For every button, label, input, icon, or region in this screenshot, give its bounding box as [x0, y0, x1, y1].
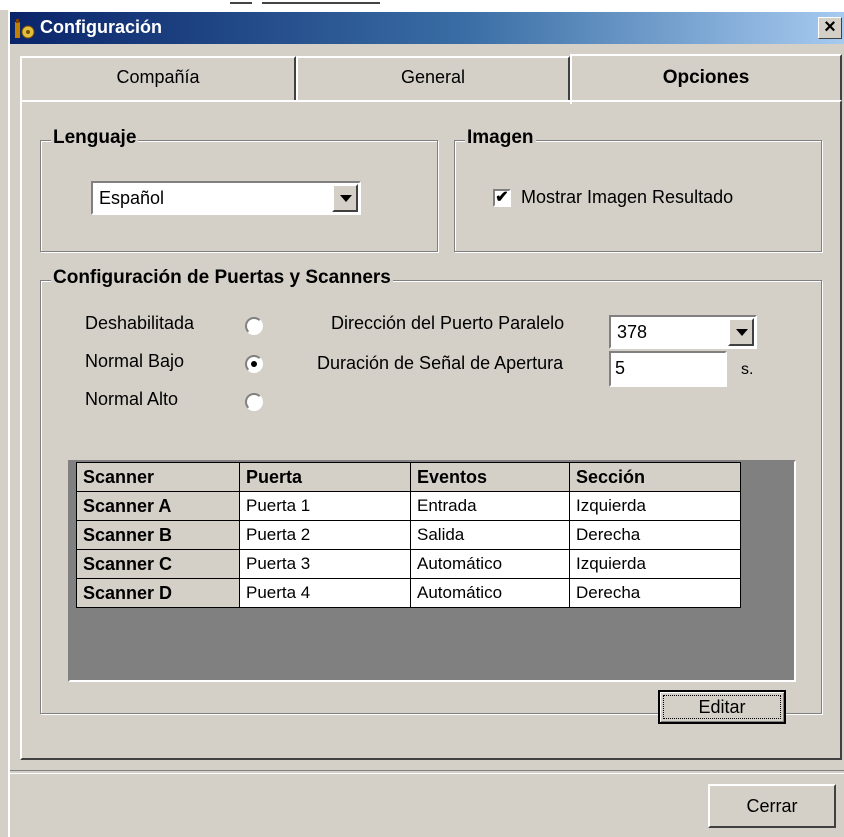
column-header-seccion[interactable]: Sección [569, 462, 741, 492]
chevron-down-icon[interactable] [332, 184, 358, 212]
doors-scanners-legend: Configuración de Puertas y Scanners [51, 267, 393, 289]
port-select[interactable]: 378 [609, 315, 757, 349]
language-value: Español [99, 188, 165, 208]
divider [10, 770, 844, 774]
tab-label: General [400, 67, 466, 87]
table-row[interactable]: Scanner B Puerta 2 Salida Derecha [76, 520, 741, 550]
table-cell[interactable]: Derecha [569, 578, 741, 608]
tab-label: Compañía [116, 67, 200, 87]
tab-compania[interactable]: Compañía [20, 56, 296, 100]
options-panel: Lenguaje Español Imagen ✔ Mostrar Imagen… [20, 100, 842, 760]
background-mark [230, 2, 252, 4]
scanner-table: Scanner Puerta Eventos Sección Scanner A… [76, 462, 741, 608]
signal-duration-label: Duración de Señal de Apertura [317, 353, 564, 373]
mode-radio-disabled[interactable] [245, 317, 263, 335]
mode-label-normal-low: Normal Bajo [85, 351, 185, 371]
mode-label-disabled: Deshabilitada [85, 313, 195, 333]
column-header-scanner[interactable]: Scanner [76, 462, 240, 492]
edit-button[interactable]: Editar [658, 690, 786, 724]
mode-radio-normal-low[interactable] [245, 355, 263, 373]
table-row[interactable]: Scanner D Puerta 4 Automático Derecha [76, 578, 741, 608]
title-bar[interactable]: Configuración × [10, 12, 844, 44]
table-cell[interactable]: Izquierda [569, 491, 741, 521]
table-cell[interactable]: Entrada [410, 491, 570, 521]
row-header[interactable]: Scanner B [76, 520, 240, 550]
mode-label-normal-high: Normal Alto [85, 389, 179, 409]
table-cell[interactable]: Automático [410, 549, 570, 579]
table-header-row: Scanner Puerta Eventos Sección [76, 462, 741, 492]
app-icon [15, 19, 35, 39]
table-cell[interactable]: Automático [410, 578, 570, 608]
table-cell[interactable]: Puerta 1 [239, 491, 411, 521]
image-legend: Imagen [465, 127, 536, 149]
language-legend: Lenguaje [51, 127, 139, 149]
scanner-grid: Scanner Puerta Eventos Sección Scanner A… [68, 460, 796, 682]
background-mark [262, 2, 380, 4]
table-cell[interactable]: Derecha [569, 520, 741, 550]
table-row[interactable]: Scanner A Puerta 1 Entrada Izquierda [76, 491, 741, 521]
tab-general[interactable]: General [296, 56, 570, 100]
image-group: Imagen ✔ Mostrar Imagen Resultado [454, 127, 822, 252]
column-header-puerta[interactable]: Puerta [239, 462, 411, 492]
configuration-dialog: Configuración × Compañía General Opcione… [8, 10, 844, 837]
tab-opciones[interactable]: Opciones [570, 54, 842, 104]
show-image-checkbox[interactable]: ✔ [493, 189, 511, 207]
signal-duration-input[interactable]: 5 [609, 351, 727, 387]
language-select[interactable]: Español [91, 181, 361, 215]
column-header-eventos[interactable]: Eventos [410, 462, 570, 492]
table-cell[interactable]: Puerta 3 [239, 549, 411, 579]
table-row[interactable]: Scanner C Puerta 3 Automático Izquierda [76, 549, 741, 579]
table-cell[interactable]: Puerta 4 [239, 578, 411, 608]
port-label: Dirección del Puerto Paralelo [331, 313, 565, 333]
show-image-label: Mostrar Imagen Resultado [521, 187, 734, 207]
background-strip [0, 0, 844, 10]
signal-unit: s. [741, 361, 754, 378]
table-cell[interactable]: Puerta 2 [239, 520, 411, 550]
close-button[interactable]: Cerrar [708, 784, 836, 828]
port-value: 378 [617, 322, 648, 342]
chevron-down-icon[interactable] [728, 318, 754, 346]
window-title: Configuración [40, 17, 162, 37]
row-header[interactable]: Scanner C [76, 549, 240, 579]
close-icon[interactable]: × [818, 17, 842, 39]
language-group: Lenguaje Español [40, 127, 438, 252]
tab-label: Opciones [662, 67, 750, 88]
table-cell[interactable]: Izquierda [569, 549, 741, 579]
tab-strip: Compañía General Opciones [20, 54, 844, 104]
row-header[interactable]: Scanner D [76, 578, 240, 608]
row-header[interactable]: Scanner A [76, 491, 240, 521]
mode-radio-normal-high[interactable] [245, 393, 263, 411]
table-cell[interactable]: Salida [410, 520, 570, 550]
